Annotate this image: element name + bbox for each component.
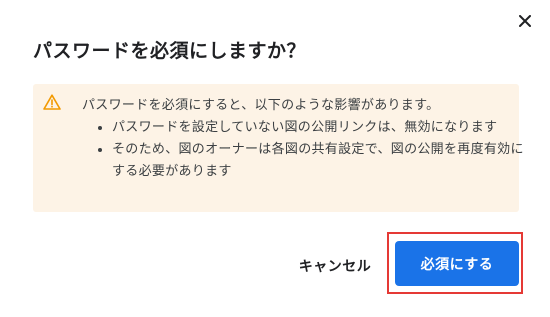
cancel-button[interactable]: キャンセル xyxy=(285,244,385,288)
warning-bullet-list: パスワードを設定していない図の公開リンクは、無効になります そのため、図のオーナ… xyxy=(96,117,524,183)
warning-bullet-item: パスワードを設定していない図の公開リンクは、無効になります xyxy=(112,117,524,139)
warning-triangle-icon xyxy=(43,94,61,110)
warning-panel: パスワードを必須にすると、以下のような影響があります。 パスワードを設定していな… xyxy=(33,84,523,212)
close-button[interactable] xyxy=(514,10,536,32)
require-password-dialog: パスワードを必須にしますか？ パスワードを必須にすると、以下のような影響がありま… xyxy=(0,0,550,317)
warning-bullet-item: そのため、図のオーナーは各図の共有設定で、図の公開を再度有効にする必要があります xyxy=(112,139,524,183)
warning-lead-text: パスワードを必須にすると、以下のような影響があります。 xyxy=(82,98,440,113)
require-button[interactable]: 必須にする xyxy=(395,241,519,286)
dialog-title: パスワードを必須にしますか？ xyxy=(33,40,307,62)
close-icon xyxy=(519,15,531,27)
